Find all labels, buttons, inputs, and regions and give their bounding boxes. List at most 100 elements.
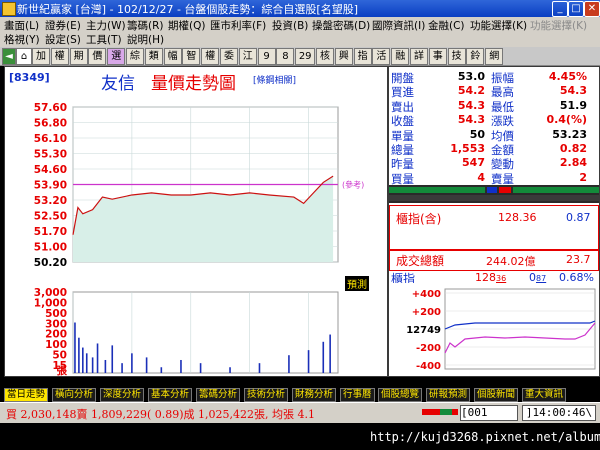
predict-button[interactable]: 預測 bbox=[345, 276, 369, 291]
volume-bar bbox=[307, 350, 310, 373]
quote-value: 2.84 bbox=[559, 156, 587, 170]
volume-bar bbox=[322, 341, 325, 373]
menu-bar: 畫面(L) 證券(E) 主力(W) 籌碼(R) 期權(Q) 匯市利率(F) 投資… bbox=[0, 17, 600, 47]
minimize-button[interactable]: _ bbox=[552, 1, 568, 17]
tab-9[interactable]: 研報預測 bbox=[426, 388, 471, 402]
toolbar-button-9[interactable]: 權 bbox=[201, 48, 220, 65]
menu-help[interactable]: 說明(H) bbox=[127, 32, 164, 47]
toolbar-button-5[interactable]: 綜 bbox=[126, 48, 144, 65]
menu-trade-code[interactable]: 操盤密碼(D) bbox=[312, 18, 370, 33]
menu-main-force[interactable]: 主力(W) bbox=[86, 18, 126, 33]
tab-2[interactable]: 深度分析 bbox=[100, 388, 145, 402]
otc-tick-label: +400 bbox=[412, 289, 441, 300]
page-box[interactable]: [001 bbox=[460, 405, 518, 421]
menu-chips[interactable]: 籌碼(R) bbox=[127, 18, 164, 33]
volume-bar bbox=[180, 359, 182, 373]
tab-1[interactable]: 橫向分析 bbox=[52, 388, 97, 402]
turnover-value: 244.02億 bbox=[486, 255, 536, 268]
tab-6[interactable]: 財務分析 bbox=[292, 388, 337, 402]
quote-value: 2 bbox=[579, 170, 587, 184]
status-bar: 買 2,030,148賣 1,809,229( 0.89)成 1,025,422… bbox=[0, 402, 600, 423]
volume-bar bbox=[258, 363, 261, 373]
price-tick-label: 56.10 bbox=[34, 133, 67, 145]
price-tick-label: 51.70 bbox=[34, 226, 67, 238]
mid-bar bbox=[487, 187, 497, 193]
menu-securities[interactable]: 證券(E) bbox=[45, 18, 81, 33]
otc-chart: +400 +200 12749 -200 -400 bbox=[389, 283, 599, 375]
quote-value: 51.9 bbox=[559, 98, 587, 112]
toolbar-button-22[interactable]: 技 bbox=[447, 48, 466, 65]
toolbar-button-12[interactable]: 9 bbox=[257, 48, 276, 65]
otc-tick-label: 12749 bbox=[406, 325, 441, 336]
menu-investment[interactable]: 投資(B) bbox=[272, 18, 308, 33]
toolbar-button-4[interactable]: 選 bbox=[107, 48, 126, 65]
toolbar-button-3[interactable]: 價 bbox=[88, 48, 107, 65]
price-tick-label: 53.90 bbox=[34, 180, 67, 192]
turnover-label: 成交總額 bbox=[396, 254, 445, 268]
toolbar-button-24[interactable]: 網 bbox=[485, 48, 504, 65]
menu-tools[interactable]: 工具(T) bbox=[86, 32, 122, 47]
menu-options[interactable]: 期權(Q) bbox=[168, 18, 205, 33]
price-tick-label: 51.00 bbox=[34, 242, 67, 254]
tab-10[interactable]: 個股新聞 bbox=[474, 388, 519, 402]
quote-value: 54.3 bbox=[559, 84, 587, 98]
volume-bar bbox=[78, 337, 80, 373]
tab-0[interactable]: 當日走勢 bbox=[4, 388, 49, 402]
menu-function[interactable]: 功能選擇(K) bbox=[470, 18, 527, 33]
toolbar-left-arrow[interactable]: ◄ bbox=[2, 48, 16, 65]
toolbar-button-6[interactable]: 類 bbox=[144, 48, 163, 65]
index-value: 128.36 bbox=[498, 211, 537, 224]
quote-value: 547 bbox=[462, 156, 485, 170]
otc-change-decimal: 87 bbox=[536, 274, 547, 283]
quote-value: 53.0 bbox=[457, 70, 485, 83]
menu-finance[interactable]: 金融(C) bbox=[428, 18, 465, 33]
quote-value: 4.45% bbox=[548, 70, 587, 83]
price-area-fill bbox=[73, 176, 334, 262]
toolbar-button-2[interactable]: 期 bbox=[69, 48, 88, 65]
toolbar-button-8[interactable]: 智 bbox=[182, 48, 201, 65]
tab-4[interactable]: 籌碼分析 bbox=[196, 388, 241, 402]
menu-view[interactable]: 畫面(L) bbox=[4, 18, 39, 33]
toolbar-button-7[interactable]: 幅 bbox=[163, 48, 182, 65]
menu-international[interactable]: 國際資訊(I) bbox=[372, 18, 425, 33]
price-volume-chart: 57.60 56.80 56.10 55.30 54.60 53.90 53.20 52.50… bbox=[34, 102, 364, 376]
toolbar-button-21[interactable]: 事 bbox=[428, 48, 447, 65]
toolbar-button-14[interactable]: 29 bbox=[295, 48, 316, 65]
turnover-box: 成交總額 244.02億 23.7 bbox=[389, 249, 599, 271]
volume-bar bbox=[74, 322, 76, 373]
toolbar-button-17[interactable]: 指 bbox=[353, 48, 372, 65]
toolbar: ◄ ⌂ 加權期價選綜類幅智權委江 9 8 29 核興指活融詳事技鈴網 bbox=[0, 47, 600, 66]
price-tick-label: 56.80 bbox=[34, 118, 67, 130]
toolbar-button-15[interactable]: 核 bbox=[316, 48, 334, 65]
toolbar-button-19[interactable]: 融 bbox=[391, 48, 410, 65]
tab-5[interactable]: 技術分析 bbox=[244, 388, 289, 402]
tab-11[interactable]: 重大資訊 bbox=[522, 388, 567, 402]
toolbar-button-13[interactable]: 8 bbox=[276, 48, 295, 65]
menu-settings[interactable]: 設定(S) bbox=[45, 32, 81, 47]
tab-8[interactable]: 個股總覽 bbox=[378, 388, 423, 402]
toolbar-button-11[interactable]: 江 bbox=[238, 48, 257, 65]
volume-bar bbox=[111, 345, 114, 373]
tab-bar: 當日走勢 橫向分析 深度分析 基本分析 籌碼分析 技術分析 財務分析 行事曆 個股總覽 研報預測個… bbox=[0, 387, 600, 402]
toolbar-button-10[interactable]: 委 bbox=[220, 48, 238, 65]
quote-value: 53.23 bbox=[552, 127, 587, 141]
otc-tick-label: -400 bbox=[416, 361, 441, 372]
toolbar-button-1[interactable]: 權 bbox=[50, 48, 69, 65]
tab-7[interactable]: 行事曆 bbox=[340, 388, 375, 402]
volume-bar bbox=[121, 363, 123, 373]
status-green-bar bbox=[440, 409, 452, 415]
toolbar-button-18[interactable]: 活 bbox=[372, 48, 391, 65]
menu-grid[interactable]: 格視(Y) bbox=[4, 32, 40, 47]
right-bar bbox=[513, 187, 599, 193]
app-icon bbox=[2, 2, 16, 16]
quote-value: 0.82 bbox=[559, 142, 587, 155]
toolbar-button-16[interactable]: 興 bbox=[334, 48, 353, 65]
menu-forex-rate[interactable]: 匯市利率(F) bbox=[210, 18, 266, 33]
tab-3[interactable]: 基本分析 bbox=[148, 388, 193, 402]
toolbar-button-0[interactable]: 加 bbox=[32, 48, 50, 65]
toolbar-button-23[interactable]: 鈴 bbox=[466, 48, 485, 65]
close-button[interactable]: ✕ bbox=[584, 1, 600, 17]
home-icon[interactable]: ⌂ bbox=[16, 48, 32, 65]
maximize-button[interactable]: □ bbox=[568, 1, 584, 17]
toolbar-button-20[interactable]: 詳 bbox=[410, 48, 428, 65]
